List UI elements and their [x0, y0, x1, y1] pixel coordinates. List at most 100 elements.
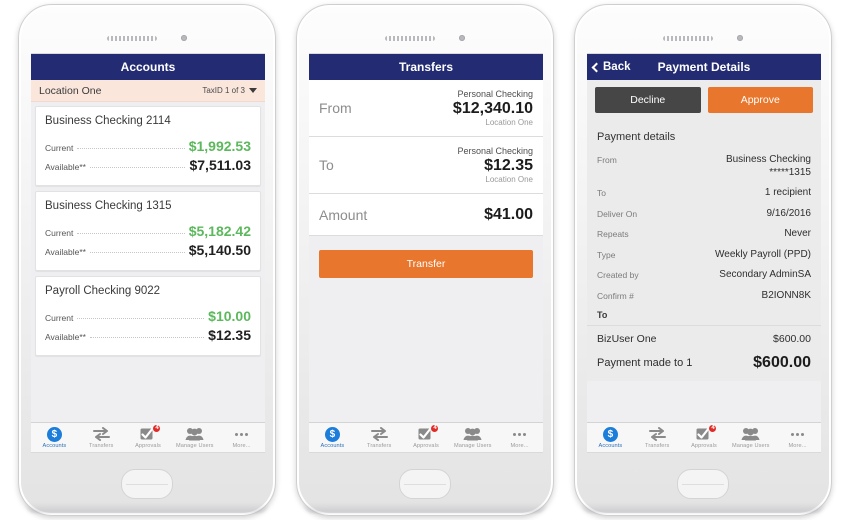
location-selector[interactable]: Location One TaxID 1 of 3 — [31, 80, 265, 102]
home-button[interactable] — [121, 469, 173, 499]
users-icon — [463, 427, 482, 442]
home-button[interactable] — [677, 469, 729, 499]
amount-value: $41.00 — [484, 206, 533, 224]
detail-key: Repeats — [597, 229, 629, 239]
leader-dots — [77, 233, 185, 234]
tab-accounts[interactable]: $ Accounts — [31, 426, 78, 449]
account-current-row: Current $1,992.53 — [45, 138, 251, 154]
home-button[interactable] — [399, 469, 451, 499]
current-amount: $1,992.53 — [188, 138, 251, 154]
taxid-label: TaxID 1 of 3 — [202, 86, 245, 95]
payment-action-bar: Decline Approve — [587, 80, 821, 120]
back-label: Back — [603, 61, 631, 73]
transfer-button-wrap: Transfer — [309, 236, 543, 292]
payment-body: Decline Approve Payment details From Bus… — [587, 80, 821, 422]
available-amount: $7,511.03 — [189, 157, 251, 173]
detail-value: 1 recipient — [764, 187, 811, 198]
phone-top-hardware — [297, 35, 553, 41]
front-camera-icon — [459, 35, 465, 41]
detail-key: To — [597, 188, 606, 198]
from-label: From — [319, 100, 352, 117]
tab-approvals[interactable]: 4 Approvals — [403, 423, 450, 449]
transfer-button[interactable]: Transfer — [319, 250, 533, 279]
tab-more[interactable]: More... — [218, 427, 265, 449]
from-account: Personal Checking — [457, 89, 533, 99]
tab-manage-users[interactable]: Manage Users — [171, 427, 218, 449]
current-label: Current — [45, 228, 74, 238]
account-available-row: Available** $7,511.03 — [45, 157, 251, 173]
page-title: Payment Details — [657, 60, 751, 74]
recipient-row: BizUser One $600.00 — [597, 333, 811, 354]
phone-transfers: Transfers From Personal Checking $12,340… — [296, 4, 554, 516]
phone-top-hardware — [19, 35, 275, 41]
account-card[interactable]: Payroll Checking 9022 Current $10.00 Ava… — [35, 276, 261, 356]
transfer-amount-row[interactable]: Amount $41.00 — [309, 194, 543, 237]
leader-dots — [89, 167, 186, 168]
detail-row-type: Type Weekly Payroll (PPD) — [597, 249, 811, 262]
account-name: Payroll Checking 9022 — [45, 285, 161, 297]
approvals-badge: 4 — [708, 423, 718, 433]
front-camera-icon — [181, 35, 187, 41]
approvals-badge: 4 — [152, 423, 162, 433]
location-name: Location One — [39, 84, 102, 97]
tab-label: Accounts — [320, 442, 345, 449]
tab-accounts[interactable]: $ Accounts — [587, 426, 634, 449]
account-available-row: Available** $5,140.50 — [45, 242, 251, 258]
detail-row-to: To 1 recipient — [597, 187, 811, 200]
available-label: Available** — [45, 332, 86, 342]
account-current-row: Current $10.00 — [45, 308, 251, 324]
tab-bar: $ Accounts Transfers 4 Approvals Manage … — [31, 422, 265, 452]
recipients-header: To — [597, 310, 608, 320]
decline-button[interactable]: Decline — [595, 87, 701, 113]
tab-transfers[interactable]: Transfers — [634, 427, 681, 449]
leader-dots — [89, 337, 205, 338]
detail-value: Never — [784, 228, 811, 239]
tab-label: Manage Users — [732, 442, 770, 449]
accounts-body: Location One TaxID 1 of 3 Business Check… — [31, 80, 265, 422]
speaker-grille-icon — [107, 35, 157, 41]
current-label: Current — [45, 143, 74, 153]
taxid-selector[interactable]: TaxID 1 of 3 — [202, 86, 257, 95]
current-label: Current — [45, 313, 74, 323]
tab-more[interactable]: More... — [774, 427, 821, 449]
tab-label: Transfers — [367, 442, 392, 449]
tab-accounts[interactable]: $ Accounts — [309, 426, 356, 449]
section-title: Payment details — [597, 131, 676, 143]
tab-approvals[interactable]: 4 Approvals — [125, 423, 172, 449]
detail-value: Secondary AdminSA — [719, 269, 811, 280]
tab-label: More... — [510, 442, 529, 449]
ellipsis-icon — [235, 427, 249, 442]
checkmark-box-icon: 4 — [140, 423, 162, 442]
payment-details-panel: Payment details From Business Checking *… — [587, 120, 821, 381]
tab-label: Approvals — [691, 442, 717, 449]
checkmark-box-icon: 4 — [418, 423, 440, 442]
tab-transfers[interactable]: Transfers — [78, 427, 125, 449]
from-location: Location One — [485, 118, 533, 128]
transfers-body: From Personal Checking $12,340.10 Locati… — [309, 80, 543, 422]
tab-transfers[interactable]: Transfers — [356, 427, 403, 449]
approve-button[interactable]: Approve — [707, 87, 813, 113]
detail-key: From — [597, 155, 617, 165]
tab-manage-users[interactable]: Manage Users — [727, 427, 774, 449]
available-amount: $12.35 — [208, 327, 251, 343]
tab-manage-users[interactable]: Manage Users — [449, 427, 496, 449]
tab-more[interactable]: More... — [496, 427, 543, 449]
transfer-to-row[interactable]: To Personal Checking $12.35 Location One — [309, 137, 543, 195]
approvals-badge: 4 — [430, 423, 440, 433]
users-icon — [185, 427, 204, 442]
transfer-from-row[interactable]: From Personal Checking $12,340.10 Locati… — [309, 80, 543, 138]
detail-row-from: From Business Checking *****1315 — [597, 154, 811, 179]
detail-key: Deliver On — [597, 208, 638, 219]
recipient-amount: $600.00 — [773, 333, 811, 345]
available-amount: $5,140.50 — [188, 242, 251, 258]
detail-key: Type — [597, 249, 616, 260]
to-amount: $12.35 — [484, 157, 533, 175]
back-button[interactable]: Back — [591, 54, 631, 80]
divider — [587, 325, 821, 326]
tab-approvals[interactable]: 4 Approvals — [681, 423, 728, 449]
account-card[interactable]: Business Checking 2114 Current $1,992.53… — [35, 106, 261, 186]
account-card[interactable]: Business Checking 1315 Current $5,182.42… — [35, 191, 261, 271]
from-amount: $12,340.10 — [452, 100, 533, 117]
tab-label: Accounts — [598, 442, 623, 449]
navbar-accounts: Accounts — [31, 54, 265, 80]
